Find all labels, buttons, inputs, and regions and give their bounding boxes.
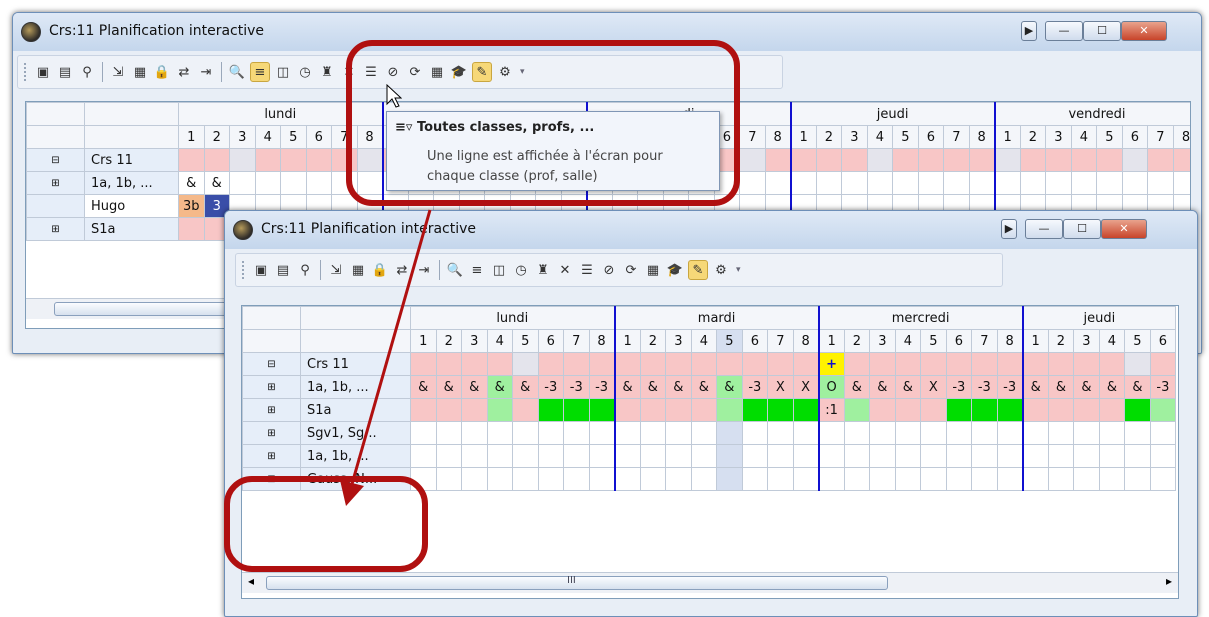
annotation-arrow bbox=[340, 209, 432, 506]
arrow-shaft bbox=[350, 209, 432, 485]
mouse-cursor-icon bbox=[386, 84, 402, 108]
arrow-head bbox=[340, 480, 364, 506]
